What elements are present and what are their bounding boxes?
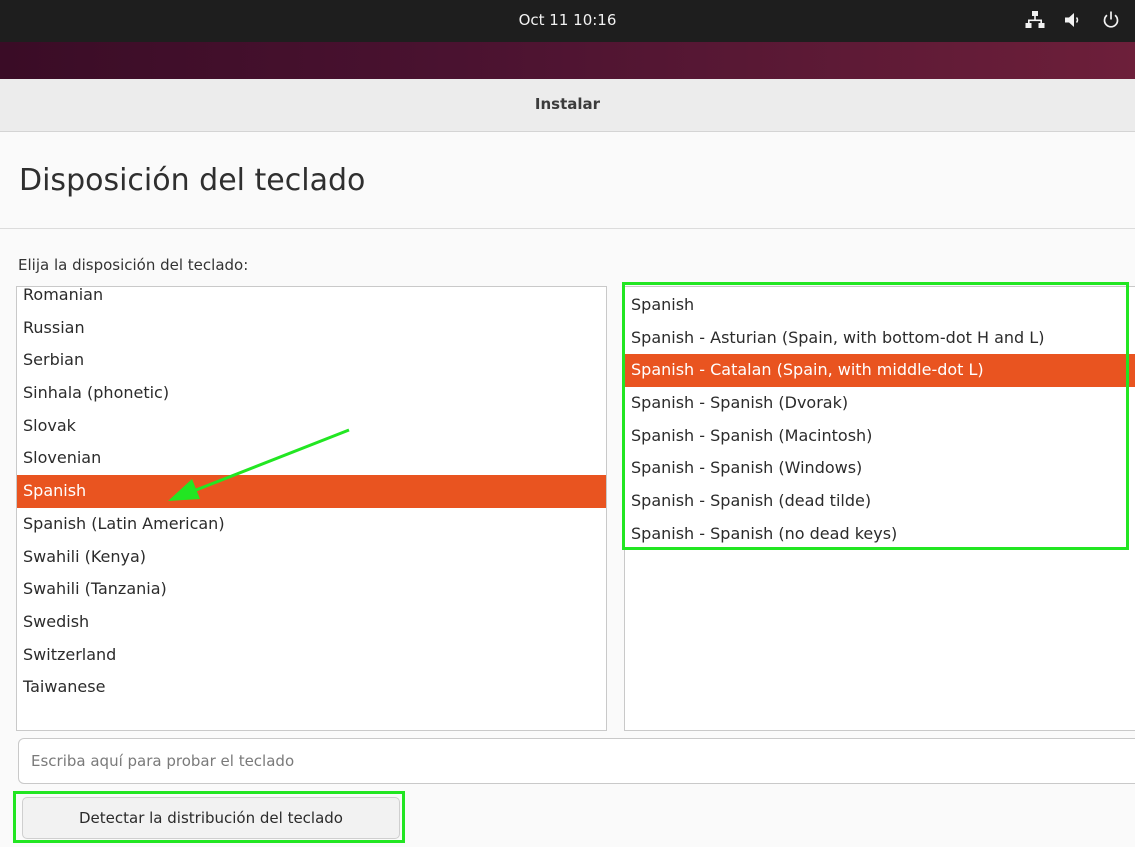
layout-list-item[interactable]: Spanish: [17, 475, 606, 508]
variant-list-item[interactable]: Spanish - Spanish (Dvorak): [625, 387, 1135, 420]
layout-list-item[interactable]: Romanian: [17, 287, 606, 312]
layout-list-item[interactable]: Spanish (Latin American): [17, 508, 606, 541]
layout-list-item[interactable]: Russian: [17, 312, 606, 345]
window-header: Instalar: [0, 79, 1135, 132]
power-icon[interactable]: [1101, 10, 1121, 30]
variant-list-item[interactable]: Spanish - Spanish (Windows): [625, 452, 1135, 485]
layout-prompt-label: Elija la disposición del teclado:: [18, 256, 249, 274]
layout-list-item[interactable]: Swedish: [17, 606, 606, 639]
divider: [0, 228, 1135, 229]
variant-list-item[interactable]: Spanish - Catalan (Spain, with middle-do…: [625, 354, 1135, 388]
layout-list-item[interactable]: Switzerland: [17, 639, 606, 672]
keyboard-test-input[interactable]: [18, 738, 1135, 784]
variant-list-item[interactable]: Spanish - Asturian (Spain, with bottom-d…: [625, 322, 1135, 355]
layout-list-item[interactable]: Swahili (Kenya): [17, 541, 606, 574]
top-bar: Oct 11 10:16: [0, 0, 1135, 42]
layout-list-item[interactable]: Taiwanese: [17, 671, 606, 704]
layout-list-item[interactable]: Slovak: [17, 410, 606, 443]
volume-icon[interactable]: [1063, 10, 1083, 30]
variant-list-item[interactable]: Spanish: [625, 289, 1135, 322]
network-icon[interactable]: [1025, 10, 1045, 30]
layout-list-item[interactable]: Swahili (Tanzania): [17, 573, 606, 606]
detect-keyboard-layout-button[interactable]: Detectar la distribución del teclado: [22, 797, 400, 839]
layout-list-item[interactable]: Sinhala (phonetic): [17, 377, 606, 410]
keyboard-variant-list[interactable]: Spanish Spanish - Asturian (Spain, with b…: [624, 286, 1135, 731]
keyboard-layout-list[interactable]: Romanian Russian Serbian Sinhala (phonetic)…: [16, 286, 607, 731]
window-title: Instalar: [534, 95, 601, 113]
page-title: Disposición del teclado: [19, 163, 366, 198]
layout-list-item[interactable]: Slovenian: [17, 442, 606, 475]
variant-list-item[interactable]: Spanish - Spanish (dead tilde): [625, 485, 1135, 518]
system-tray[interactable]: [1025, 10, 1121, 30]
desktop-wallpaper: [0, 42, 1135, 79]
variant-list-item[interactable]: Spanish - Spanish (Macintosh): [625, 420, 1135, 453]
clock[interactable]: Oct 11 10:16: [0, 11, 1135, 29]
layout-list-item[interactable]: Serbian: [17, 344, 606, 377]
variant-list-item[interactable]: Spanish - Spanish (no dead keys): [625, 518, 1135, 551]
